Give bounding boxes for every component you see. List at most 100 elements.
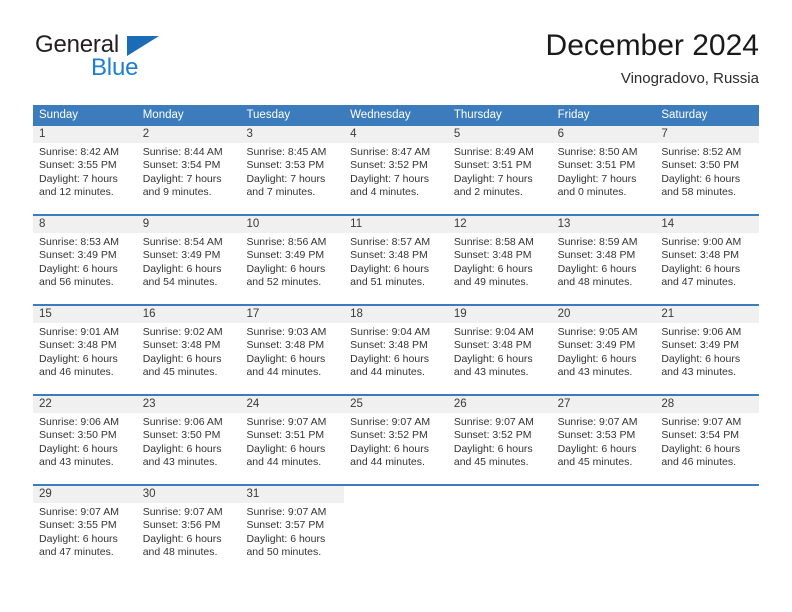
- day-cell[interactable]: 13 Sunrise: 8:59 AM Sunset: 3:48 PM Dayligh…: [551, 216, 656, 304]
- day-details: Sunrise: 9:07 AM Sunset: 3:52 PM Daylight:…: [448, 413, 552, 470]
- day-details: Sunrise: 9:07 AM Sunset: 3:53 PM Daylight:…: [552, 413, 656, 470]
- daylight-text-line1: Daylight: 6 hours: [39, 262, 118, 275]
- day-details: Sunrise: 9:07 AM Sunset: 3:57 PM Daylight:…: [240, 503, 344, 560]
- week-row: 29 Sunrise: 9:07 AM Sunset: 3:55 PM Dayligh…: [33, 484, 759, 574]
- day-cell[interactable]: 26 Sunrise: 9:07 AM Sunset: 3:52 PM Dayligh…: [447, 396, 552, 484]
- day-details: Sunrise: 8:58 AM Sunset: 3:48 PM Daylight:…: [448, 233, 552, 290]
- day-number: 29: [33, 486, 137, 503]
- day-cell[interactable]: 9 Sunrise: 8:54 AM Sunset: 3:49 PM Daylight…: [136, 216, 241, 304]
- day-details: Sunrise: 8:49 AM Sunset: 3:51 PM Daylight:…: [448, 143, 552, 200]
- day-cell[interactable]: 10 Sunrise: 8:56 AM Sunset: 3:49 PM Dayligh…: [240, 216, 345, 304]
- day-cell[interactable]: 6 Sunrise: 8:50 AM Sunset: 3:51 PM Daylight…: [551, 126, 656, 214]
- sunset-text: Sunset: 3:53 PM: [557, 429, 636, 442]
- day-number: 18: [344, 306, 448, 323]
- sunrise-text: Sunrise: 9:03 AM: [246, 326, 327, 338]
- sunrise-text: Sunrise: 8:47 AM: [350, 146, 431, 158]
- sunrise-text: Sunrise: 9:04 AM: [453, 326, 534, 338]
- sunset-text: Sunset: 3:48 PM: [661, 249, 739, 262]
- day-cell[interactable]: 14 Sunrise: 9:00 AM Sunset: 3:48 PM Dayligh…: [655, 216, 760, 304]
- day-cell[interactable]: 23 Sunrise: 9:06 AM Sunset: 3:50 PM Dayligh…: [136, 396, 241, 484]
- weekday-header-thursday: Thursday: [453, 109, 502, 121]
- day-number: 9: [136, 216, 241, 233]
- day-details: Sunrise: 9:06 AM Sunset: 3:49 PM Daylight:…: [655, 323, 759, 380]
- day-cell[interactable]: 27 Sunrise: 9:07 AM Sunset: 3:53 PM Dayligh…: [551, 396, 656, 484]
- daylight-text-line1: Daylight: 6 hours: [557, 352, 637, 365]
- day-cell[interactable]: 20 Sunrise: 9:05 AM Sunset: 3:49 PM Dayligh…: [551, 306, 656, 394]
- sunrise-text: Sunrise: 9:02 AM: [142, 326, 223, 338]
- day-cell[interactable]: 3 Sunrise: 8:45 AM Sunset: 3:53 PM Daylight…: [240, 126, 345, 214]
- daylight-text-line2: and 9 minutes.: [142, 186, 212, 199]
- day-cell[interactable]: 29 Sunrise: 9:07 AM Sunset: 3:55 PM Dayligh…: [33, 486, 137, 574]
- page-header: General Blue December 2024 Vinogradovo, …: [33, 29, 759, 92]
- day-cell[interactable]: 28 Sunrise: 9:07 AM Sunset: 3:54 PM Dayligh…: [655, 396, 760, 484]
- sunset-text: Sunset: 3:49 PM: [142, 249, 221, 262]
- week-row: 1 Sunrise: 8:42 AM Sunset: 3:55 PM Daylight…: [33, 126, 760, 214]
- day-details: Sunrise: 8:45 AM Sunset: 3:53 PM Daylight:…: [240, 143, 344, 200]
- day-details: Sunrise: 9:07 AM Sunset: 3:51 PM Daylight:…: [240, 413, 344, 470]
- day-details: Sunrise: 8:54 AM Sunset: 3:49 PM Daylight:…: [137, 233, 241, 290]
- day-cell[interactable]: 8 Sunrise: 8:53 AM Sunset: 3:49 PM Daylight…: [33, 216, 137, 304]
- day-cell[interactable]: 18 Sunrise: 9:04 AM Sunset: 3:48 PM Dayligh…: [344, 306, 448, 394]
- day-number: [448, 486, 552, 503]
- sunrise-text: Sunrise: 9:07 AM: [661, 416, 742, 428]
- daylight-text-line2: and 43 minutes.: [39, 456, 114, 469]
- day-cell[interactable]: 17 Sunrise: 9:03 AM Sunset: 3:48 PM Dayligh…: [240, 306, 345, 394]
- day-details: Sunrise: 9:03 AM Sunset: 3:48 PM Daylight:…: [240, 323, 344, 380]
- day-cell[interactable]: 5 Sunrise: 8:49 AM Sunset: 3:51 PM Daylight…: [447, 126, 552, 214]
- day-cell[interactable]: 12 Sunrise: 8:58 AM Sunset: 3:48 PM Dayligh…: [447, 216, 552, 304]
- day-cell[interactable]: 15 Sunrise: 9:01 AM Sunset: 3:48 PM Dayligh…: [33, 306, 137, 394]
- sunrise-text: Sunrise: 9:06 AM: [142, 416, 223, 428]
- daylight-text-line2: and 52 minutes.: [246, 276, 322, 289]
- daylight-text-line1: Daylight: 6 hours: [661, 262, 741, 275]
- sunrise-text: Sunrise: 8:59 AM: [557, 236, 638, 248]
- sunrise-text: Sunrise: 8:50 AM: [557, 146, 638, 158]
- sunrise-text: Sunrise: 8:56 AM: [246, 236, 327, 248]
- day-cell[interactable]: 22 Sunrise: 9:06 AM Sunset: 3:50 PM Dayligh…: [33, 396, 137, 484]
- day-cell[interactable]: 21 Sunrise: 9:06 AM Sunset: 3:49 PM Dayligh…: [655, 306, 760, 394]
- daylight-text-line1: Daylight: 6 hours: [246, 532, 326, 545]
- daylight-text-line1: Daylight: 6 hours: [142, 532, 222, 545]
- day-cell[interactable]: 16 Sunrise: 9:02 AM Sunset: 3:48 PM Dayligh…: [136, 306, 241, 394]
- daylight-text-line1: Daylight: 7 hours: [350, 172, 429, 185]
- sunrise-text: Sunrise: 8:52 AM: [661, 146, 742, 158]
- day-number: 20: [551, 306, 656, 323]
- sunset-text: Sunset: 3:48 PM: [246, 339, 325, 352]
- day-details: Sunrise: 8:53 AM Sunset: 3:49 PM Daylight:…: [33, 233, 137, 290]
- day-details: Sunrise: 8:47 AM Sunset: 3:52 PM Daylight:…: [344, 143, 448, 200]
- day-details: Sunrise: 8:59 AM Sunset: 3:48 PM Daylight:…: [552, 233, 656, 290]
- day-cell[interactable]: 30 Sunrise: 9:07 AM Sunset: 3:56 PM Dayligh…: [136, 486, 241, 574]
- daylight-text-line1: Daylight: 6 hours: [661, 442, 741, 455]
- day-cell[interactable]: 19 Sunrise: 9:04 AM Sunset: 3:48 PM Dayligh…: [447, 306, 552, 394]
- sunrise-text: Sunrise: 9:07 AM: [453, 416, 534, 428]
- day-cell[interactable]: 7 Sunrise: 8:52 AM Sunset: 3:50 PM Daylight…: [655, 126, 760, 214]
- day-cell[interactable]: 25 Sunrise: 9:07 AM Sunset: 3:52 PM Dayligh…: [344, 396, 448, 484]
- title-block: December 2024 Vinogradovo, Russia: [546, 26, 759, 90]
- day-cell[interactable]: 24 Sunrise: 9:07 AM Sunset: 3:51 PM Dayligh…: [240, 396, 345, 484]
- daylight-text-line1: Daylight: 6 hours: [661, 172, 741, 185]
- sunrise-text: Sunrise: 9:00 AM: [661, 236, 742, 248]
- day-cell[interactable]: 31 Sunrise: 9:07 AM Sunset: 3:57 PM Dayligh…: [240, 486, 345, 574]
- day-number: 22: [33, 396, 137, 413]
- daylight-text-line2: and 2 minutes.: [453, 186, 523, 199]
- day-cell[interactable]: 1 Sunrise: 8:42 AM Sunset: 3:55 PM Daylight…: [33, 126, 137, 214]
- daylight-text-line2: and 44 minutes.: [246, 366, 322, 379]
- daylight-text-line1: Daylight: 6 hours: [246, 352, 326, 365]
- week-row: 22 Sunrise: 9:06 AM Sunset: 3:50 PM Dayligh…: [33, 394, 760, 484]
- general-blue-logo: General Blue: [33, 30, 233, 90]
- day-cell[interactable]: 2 Sunrise: 8:44 AM Sunset: 3:54 PM Daylight…: [136, 126, 241, 214]
- sunrise-text: Sunrise: 8:57 AM: [350, 236, 431, 248]
- day-details: Sunrise: 8:50 AM Sunset: 3:51 PM Daylight:…: [552, 143, 656, 200]
- day-details: Sunrise: 9:07 AM Sunset: 3:54 PM Daylight:…: [655, 413, 759, 470]
- daylight-text-line1: Daylight: 7 hours: [142, 172, 222, 185]
- daylight-text-line2: and 12 minutes.: [39, 186, 114, 199]
- sunrise-text: Sunrise: 9:07 AM: [39, 506, 119, 518]
- day-details: Sunrise: 9:07 AM Sunset: 3:55 PM Daylight:…: [33, 503, 137, 560]
- day-number: 4: [344, 126, 448, 143]
- day-number: 21: [655, 306, 760, 323]
- sunset-text: Sunset: 3:51 PM: [453, 159, 532, 172]
- daylight-text-line2: and 46 minutes.: [661, 456, 737, 469]
- day-cell[interactable]: 11 Sunrise: 8:57 AM Sunset: 3:48 PM Dayligh…: [344, 216, 448, 304]
- sunset-text: Sunset: 3:52 PM: [453, 429, 532, 442]
- day-cell[interactable]: 4 Sunrise: 8:47 AM Sunset: 3:52 PM Daylight…: [344, 126, 448, 214]
- day-details: Sunrise: 9:07 AM Sunset: 3:52 PM Daylight:…: [344, 413, 448, 470]
